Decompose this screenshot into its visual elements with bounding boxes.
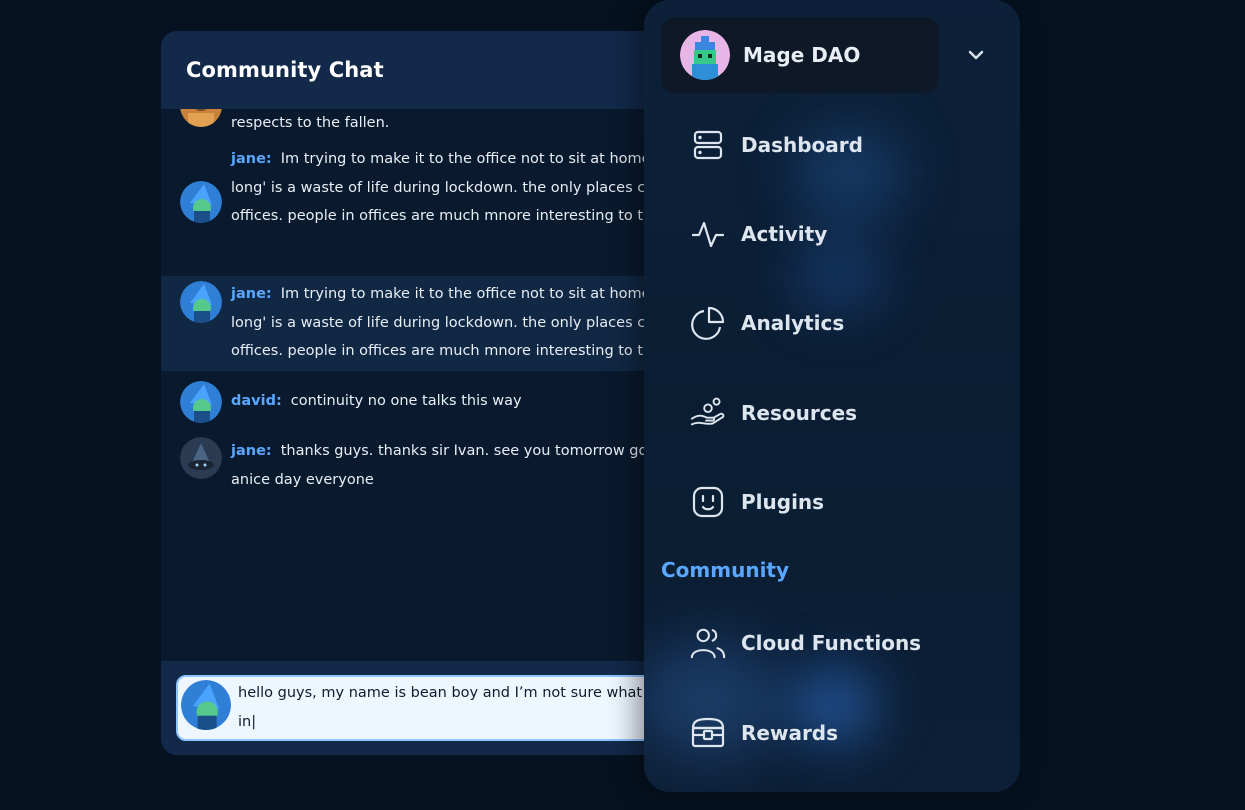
section-title-community: Community [661, 558, 790, 582]
plug-icon [690, 484, 726, 520]
message-author[interactable]: jane: [231, 443, 272, 459]
chat-header: Community Chat [161, 31, 701, 109]
chat-title: Community Chat [186, 58, 384, 82]
nav-label: Dashboard [741, 133, 863, 157]
nav-label: Analytics [741, 311, 845, 335]
current-user-avatar [181, 680, 231, 730]
org-avatar [680, 30, 730, 80]
org-name: Mage DAO [743, 43, 861, 67]
sidebar: Mage DAO Dashboard Activity Analytics Re… [644, 0, 1020, 792]
user-avatar [180, 437, 222, 479]
nav-label: Resources [741, 401, 858, 425]
pie-chart-icon [690, 305, 726, 341]
chat-message: respects to the fallen. [161, 109, 701, 143]
activity-icon [690, 216, 726, 252]
chevron-down-icon[interactable] [966, 45, 986, 65]
nav-item-activity[interactable]: Activity [690, 209, 827, 259]
treasure-chest-icon [690, 715, 726, 751]
nav-label: Plugins [741, 490, 825, 514]
server-icon [690, 127, 726, 163]
message-author[interactable]: david: [231, 393, 282, 409]
message-text: jane: Im trying to make it to the office … [231, 286, 651, 359]
nav-item-cloud-functions[interactable]: Cloud Functions [690, 618, 921, 668]
message-text: david: continuity no one talks this way [231, 393, 522, 409]
chat-message: david: continuity no one talks this way [161, 381, 701, 423]
nav-label: Rewards [741, 721, 839, 745]
message-input[interactable]: hello guys, my name is bean boy and I’m … [176, 675, 701, 741]
message-author[interactable]: jane: [231, 286, 272, 302]
nav-item-rewards[interactable]: Rewards [690, 708, 838, 758]
user-avatar [180, 281, 222, 323]
chat-message: jane: thanks guys. thanks sir Ivan. see y… [161, 437, 701, 497]
message-list[interactable]: respects to the fallen. jane: Im trying t… [161, 109, 701, 692]
message-text: jane: Im trying to make it to the office … [231, 151, 651, 224]
nav-label: Cloud Functions [741, 631, 922, 655]
nav-item-dashboard[interactable]: Dashboard [690, 120, 863, 170]
org-switcher[interactable]: Mage DAO [661, 17, 939, 93]
message-input-text[interactable]: hello guys, my name is bean boy and I’m … [238, 679, 701, 736]
message-text: jane: thanks guys. thanks sir Ivan. see y… [231, 443, 648, 488]
user-avatar [180, 109, 222, 127]
chat-message: jane: Im trying to make it to the office … [161, 145, 701, 239]
chat-message-highlighted: jane: Im trying to make it to the office … [161, 276, 701, 371]
hand-coins-icon [690, 395, 726, 431]
nav-item-analytics[interactable]: Analytics [690, 298, 844, 348]
message-author[interactable]: jane: [231, 151, 272, 167]
user-avatar [180, 181, 222, 223]
user-avatar [180, 381, 222, 423]
nav-item-resources[interactable]: Resources [690, 388, 857, 438]
users-icon [690, 625, 726, 661]
nav-label: Activity [741, 222, 828, 246]
community-chat-panel: Community Chat respects to the fallen. j… [161, 31, 701, 755]
composer-bar: hello guys, my name is bean boy and I’m … [161, 661, 701, 755]
nav-item-plugins[interactable]: Plugins [690, 477, 824, 527]
message-text: respects to the fallen. [231, 115, 390, 131]
